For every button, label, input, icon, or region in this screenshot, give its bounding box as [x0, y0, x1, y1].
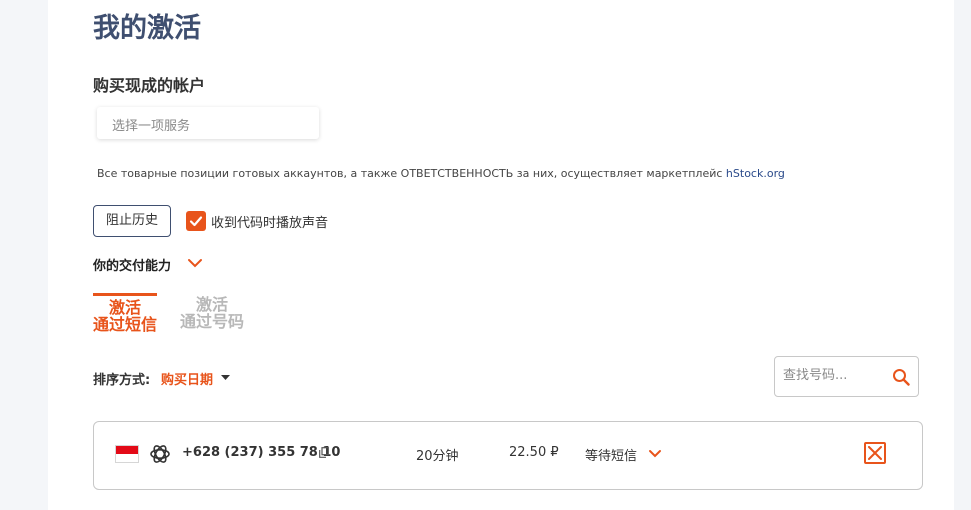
check-icon [189, 216, 203, 227]
chevron-down-icon[interactable] [648, 449, 662, 459]
search-box[interactable] [774, 356, 919, 397]
sort-label: 排序方式: [93, 373, 151, 388]
phone-number: +628 (237) 355 78 10 [182, 445, 341, 460]
sound-checkbox-label[interactable]: 收到代码时播放声音 [211, 212, 328, 231]
tab-label-line1: 激活 [195, 295, 228, 314]
close-icon [868, 446, 882, 460]
tab-label-line2: 通过号码 [180, 312, 245, 331]
service-select[interactable]: 选择一项服务 [97, 107, 319, 139]
tab-activation-sms[interactable]: 激活 通过短信 [93, 293, 157, 333]
search-input[interactable] [783, 368, 883, 383]
activation-row: +628 (237) 355 78 10 20分钟 22.50 ₽ 等待短信 [93, 421, 923, 490]
duration-text: 20分钟 [416, 449, 459, 464]
delivery-ability-toggle[interactable]: 你的交付能力 [93, 255, 171, 274]
scrollbar-track [954, 0, 971, 510]
copy-icon[interactable] [319, 447, 329, 458]
sort-dropdown[interactable]: 购买日期 [161, 369, 213, 388]
caret-down-icon[interactable] [221, 375, 230, 381]
hstock-link[interactable]: hStock.org [726, 167, 785, 180]
marketplace-notice: Все товарные позиции готовых аккаунтов, … [97, 167, 785, 180]
cancel-activation-button[interactable] [864, 442, 886, 464]
block-history-button[interactable]: 阻止历史 [93, 205, 171, 237]
page-title: 我的激活 [93, 13, 201, 44]
chevron-down-icon[interactable] [187, 257, 203, 269]
price-text: 22.50 ₽ [509, 445, 559, 460]
sound-checkbox[interactable] [186, 211, 206, 231]
section-subtitle: 购买现成的帐户 [93, 76, 206, 95]
tab-label-line2: 通过短信 [93, 315, 158, 334]
openai-icon [150, 445, 170, 463]
tab-label-line1: 激活 [108, 298, 141, 317]
search-icon[interactable] [892, 368, 910, 386]
status-text[interactable]: 等待短信 [585, 445, 637, 464]
indonesia-flag-icon [115, 445, 139, 463]
tab-activation-number[interactable]: 激活 通过号码 [180, 296, 244, 330]
notice-text: Все товарные позиции готовых аккаунтов, … [97, 167, 726, 180]
